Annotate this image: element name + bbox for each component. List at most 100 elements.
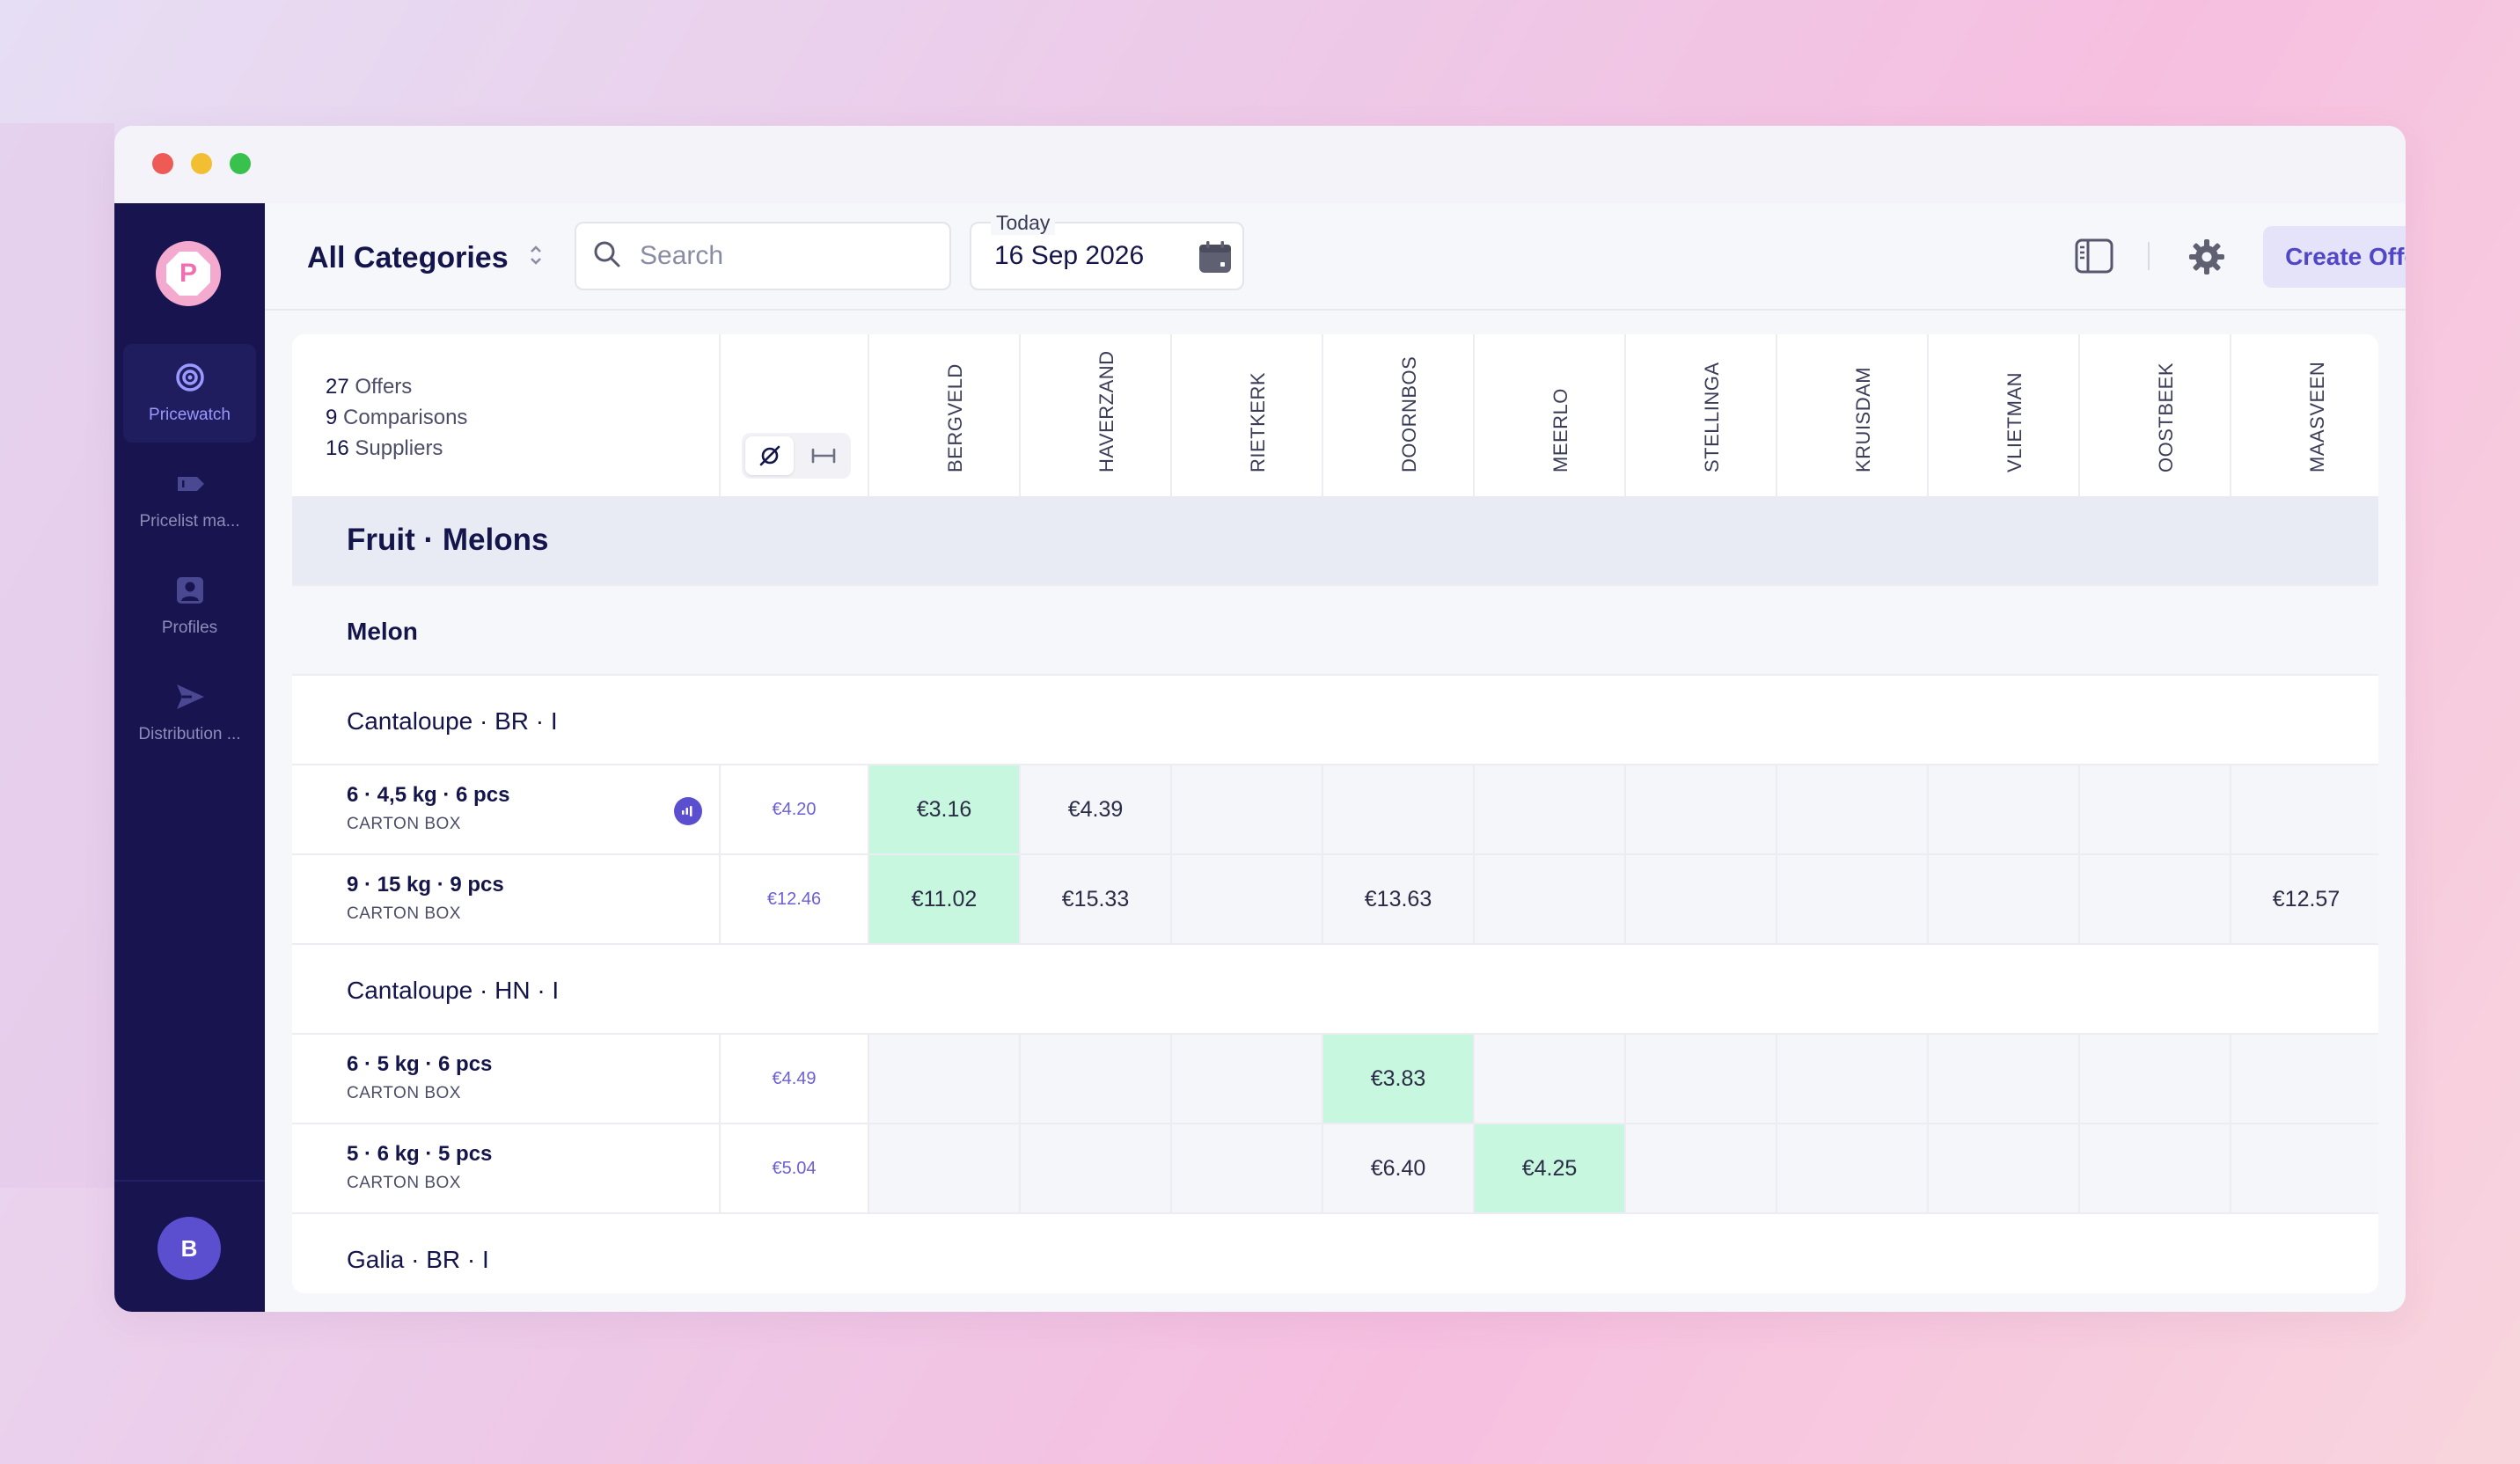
sidebar-item-pricewatch[interactable]: Pricewatch <box>123 344 256 443</box>
logo-letter: P <box>166 252 210 296</box>
price-cell[interactable] <box>1172 855 1323 943</box>
price-cell[interactable] <box>1172 765 1323 853</box>
sidebar-item-pricelist[interactable]: Pricelist ma... <box>123 450 256 549</box>
price-cell[interactable] <box>1172 1035 1323 1123</box>
price-cell[interactable] <box>1172 1124 1323 1212</box>
category-group-row[interactable]: Fruit · Melons <box>292 496 2378 584</box>
supplier-name: MAASVEEN <box>2306 361 2328 472</box>
best-price-cell[interactable]: €4.25 <box>1475 1124 1626 1212</box>
sidebar-divider <box>114 1180 265 1182</box>
price-cell[interactable]: €12.57 <box>2231 855 2378 943</box>
offers-label: Offers <box>355 375 413 399</box>
price-cell[interactable] <box>1777 855 1929 943</box>
supplier-column-header[interactable]: HAVERZAND <box>1021 334 1172 496</box>
price-cell[interactable] <box>1626 1124 1777 1212</box>
supplier-column-header[interactable]: DOORNBOS <box>1323 334 1475 496</box>
price-cell[interactable] <box>2080 765 2231 853</box>
chevron-up-down-icon <box>528 241 544 275</box>
price-cell[interactable] <box>1777 1124 1929 1212</box>
best-price-cell[interactable]: €3.16 <box>869 765 1021 853</box>
price-cell[interactable] <box>2231 765 2378 853</box>
sidebar-panel-icon[interactable] <box>2075 238 2113 278</box>
category-select[interactable]: All Categories <box>307 237 544 279</box>
hide-empty-toggle[interactable] <box>745 436 794 475</box>
price-cell[interactable] <box>1777 1035 1929 1123</box>
price-cell[interactable] <box>2080 1035 2231 1123</box>
supplier-name: BERGVELD <box>944 363 966 472</box>
sidebar-item-distribution[interactable]: Distribution ... <box>123 663 256 762</box>
date-picker[interactable]: Today 16 Sep 2026 <box>970 211 1244 290</box>
price-cell[interactable] <box>1475 1035 1626 1123</box>
variety-row[interactable]: Cantaloupe · BR · I <box>292 674 2378 764</box>
view-toggle[interactable] <box>742 433 851 479</box>
sidebar-item-label: Profiles <box>161 619 218 637</box>
table-row[interactable]: 6 · 4,5 kg · 6 pcs CARTON BOX €4.20 €3.16 €4… <box>292 764 2378 853</box>
price-cell[interactable] <box>1021 1124 1172 1212</box>
supplier-name: DOORNBOS <box>1398 355 1420 472</box>
best-price-cell[interactable]: €3.83 <box>1323 1035 1475 1123</box>
user-avatar[interactable]: B <box>158 1217 221 1280</box>
sidebar-item-label: Pricewatch <box>149 406 231 424</box>
toolbar-separator <box>2148 242 2150 270</box>
create-offer-label: Create Offer <box>2285 243 2406 270</box>
price-cell[interactable] <box>869 1124 1021 1212</box>
supplier-column-header[interactable]: BERGVELD <box>869 334 1021 496</box>
item-spec: 5 · 6 kg · 5 pcs <box>347 1142 493 1166</box>
reference-price: €5.04 <box>719 1124 869 1212</box>
price-cell[interactable] <box>1929 1035 2080 1123</box>
column-width-toggle[interactable] <box>799 436 847 475</box>
supplier-name: MEERLO <box>1549 388 1571 472</box>
signal-icon[interactable] <box>674 797 702 825</box>
best-price-cell[interactable]: €11.02 <box>869 855 1021 943</box>
minimize-window-button[interactable] <box>191 153 212 174</box>
price-cell[interactable] <box>2231 1035 2378 1123</box>
price-cell[interactable] <box>1626 855 1777 943</box>
product-group-row[interactable]: Melon <box>292 584 2378 674</box>
price-cell[interactable] <box>1475 855 1626 943</box>
supplier-column-header[interactable]: STELLINGA <box>1626 334 1777 496</box>
comparisons-count: 9 <box>326 406 338 429</box>
supplier-column-header[interactable]: RIETKERK <box>1172 334 1323 496</box>
price-cell[interactable] <box>2080 855 2231 943</box>
price-cell[interactable] <box>1929 855 2080 943</box>
supplier-column-header[interactable]: MEERLO <box>1475 334 1626 496</box>
variety-row[interactable]: Galia · BR · I <box>292 1212 2378 1293</box>
table-row[interactable]: 5 · 6 kg · 5 pcs CARTON BOX €5.04 €6.40 €4.2… <box>292 1123 2378 1212</box>
price-cell[interactable]: €6.40 <box>1323 1124 1475 1212</box>
variety-row[interactable]: Cantaloupe · HN · I <box>292 943 2378 1033</box>
app-logo[interactable]: P <box>156 241 221 306</box>
table-row[interactable]: 9 · 15 kg · 9 pcs CARTON BOX €12.46 €11.02 €… <box>292 853 2378 943</box>
item-spec: 6 · 4,5 kg · 6 pcs <box>347 783 510 807</box>
price-cell[interactable] <box>869 1035 1021 1123</box>
search-input[interactable] <box>640 241 921 271</box>
price-cell[interactable] <box>1777 765 1929 853</box>
price-cell[interactable] <box>2231 1124 2378 1212</box>
price-cell[interactable] <box>1323 765 1475 853</box>
price-cell[interactable] <box>1626 765 1777 853</box>
supplier-column-header[interactable]: MAASVEEN <box>2231 334 2378 496</box>
maximize-window-button[interactable] <box>230 153 251 174</box>
price-cell[interactable] <box>1475 765 1626 853</box>
price-cell[interactable] <box>1929 1124 2080 1212</box>
close-window-button[interactable] <box>152 153 173 174</box>
reference-price: €12.46 <box>719 855 869 943</box>
gear-icon[interactable] <box>2188 238 2225 280</box>
supplier-name: OOSTBEEK <box>2155 362 2177 472</box>
search-box[interactable] <box>575 222 951 290</box>
table-row[interactable]: 6 · 5 kg · 6 pcs CARTON BOX €4.49 €3.83 <box>292 1033 2378 1123</box>
target-icon <box>172 360 208 395</box>
price-cell[interactable] <box>1929 765 2080 853</box>
supplier-column-header[interactable]: OOSTBEEK <box>2080 334 2231 496</box>
supplier-column-header[interactable]: KRUISDAM <box>1777 334 1929 496</box>
create-offer-button[interactable]: Create Offer <box>2263 226 2406 288</box>
price-cell[interactable] <box>2080 1124 2231 1212</box>
price-cell[interactable]: €13.63 <box>1323 855 1475 943</box>
price-cell[interactable]: €4.39 <box>1021 765 1172 853</box>
supplier-name: VLIETMAN <box>2004 371 2026 472</box>
price-cell[interactable]: €15.33 <box>1021 855 1172 943</box>
sidebar-item-profiles[interactable]: Profiles <box>123 557 256 655</box>
calendar-icon[interactable] <box>1197 238 1234 280</box>
price-cell[interactable] <box>1626 1035 1777 1123</box>
supplier-column-header[interactable]: VLIETMAN <box>1929 334 2080 496</box>
price-cell[interactable] <box>1021 1035 1172 1123</box>
